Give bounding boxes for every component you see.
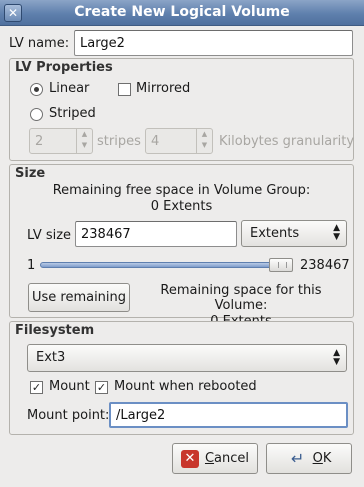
filesystem-type-value: Ext3: [36, 350, 66, 365]
granularity-label: Kilobytes granularity: [219, 134, 355, 149]
size-unit-value: Extents: [250, 226, 300, 241]
lv-size-label: LV size: [27, 228, 72, 243]
remaining-lv-line1: Remaining space for this Volume:: [160, 283, 322, 313]
mount-point-label: Mount point:: [27, 408, 110, 423]
cancel-mnemonic: C: [204, 451, 215, 466]
ok-arrow-icon: ↵: [290, 448, 305, 468]
lv-name-input[interactable]: [74, 30, 353, 56]
cancel-icon: ✕: [180, 449, 199, 468]
stripes-spinner[interactable]: 2 ▲ ▼: [29, 128, 93, 154]
ok-button[interactable]: ↵ OK: [266, 443, 352, 474]
mirrored-checkbox[interactable]: [118, 83, 131, 96]
remaining-vg-line1: Remaining free space in Volume Group:: [52, 183, 311, 198]
stripes-value: 2: [35, 134, 44, 149]
slider-min-label: 1: [27, 258, 36, 273]
ok-label: K: [322, 451, 332, 466]
mount-point-input[interactable]: [109, 402, 348, 428]
striped-radio[interactable]: [30, 108, 43, 121]
ok-mnemonic: O: [312, 451, 323, 466]
striped-label[interactable]: Striped: [49, 106, 96, 121]
cancel-button[interactable]: ✕ Cancel: [172, 443, 258, 474]
mount-when-rebooted-checkbox[interactable]: ✓: [95, 381, 108, 394]
use-remaining-label: Use remaining: [31, 290, 127, 305]
linear-radio[interactable]: [30, 83, 43, 96]
title-bar: ✕ Create New Logical Volume: [0, 0, 364, 26]
slider-max-label: 238467: [300, 258, 350, 273]
lv-properties-title: LV Properties: [15, 60, 113, 75]
mount-when-rebooted-label[interactable]: Mount when rebooted: [114, 379, 257, 394]
cancel-label: ancel: [214, 451, 250, 466]
use-remaining-button[interactable]: Use remaining: [28, 283, 130, 312]
stripes-arrows-icon[interactable]: ▲ ▼: [76, 129, 92, 153]
filesystem-title: Filesystem: [15, 323, 95, 338]
size-slider-track[interactable]: [40, 262, 293, 268]
lv-size-input[interactable]: [75, 221, 237, 247]
filesystem-type-combo[interactable]: Ext3 ▲ ▼: [27, 344, 347, 372]
window-title: Create New Logical Volume: [74, 4, 290, 20]
size-slider-handle[interactable]: [269, 258, 293, 272]
remaining-vg-line2: 0 Extents: [150, 199, 213, 214]
linear-label[interactable]: Linear: [49, 81, 89, 96]
updown-arrows-icon: ▲ ▼: [333, 348, 340, 367]
size-title: Size: [15, 166, 46, 181]
mount-label[interactable]: Mount: [49, 379, 90, 394]
mount-checkbox[interactable]: ✓: [30, 381, 43, 394]
remaining-vg-text: Remaining free space in Volume Group: 0 …: [9, 183, 354, 214]
granularity-spinner[interactable]: 4 ▲ ▼: [145, 128, 213, 154]
stripes-label: stripes: [97, 134, 141, 149]
lv-name-label: LV name:: [9, 36, 70, 51]
mirrored-label[interactable]: Mirrored: [136, 81, 190, 96]
size-unit-combo[interactable]: Extents ▲ ▼: [241, 220, 347, 247]
granularity-arrows-icon[interactable]: ▲ ▼: [196, 129, 212, 153]
granularity-value: 4: [151, 134, 160, 149]
updown-arrows-icon: ▲ ▼: [333, 223, 340, 242]
